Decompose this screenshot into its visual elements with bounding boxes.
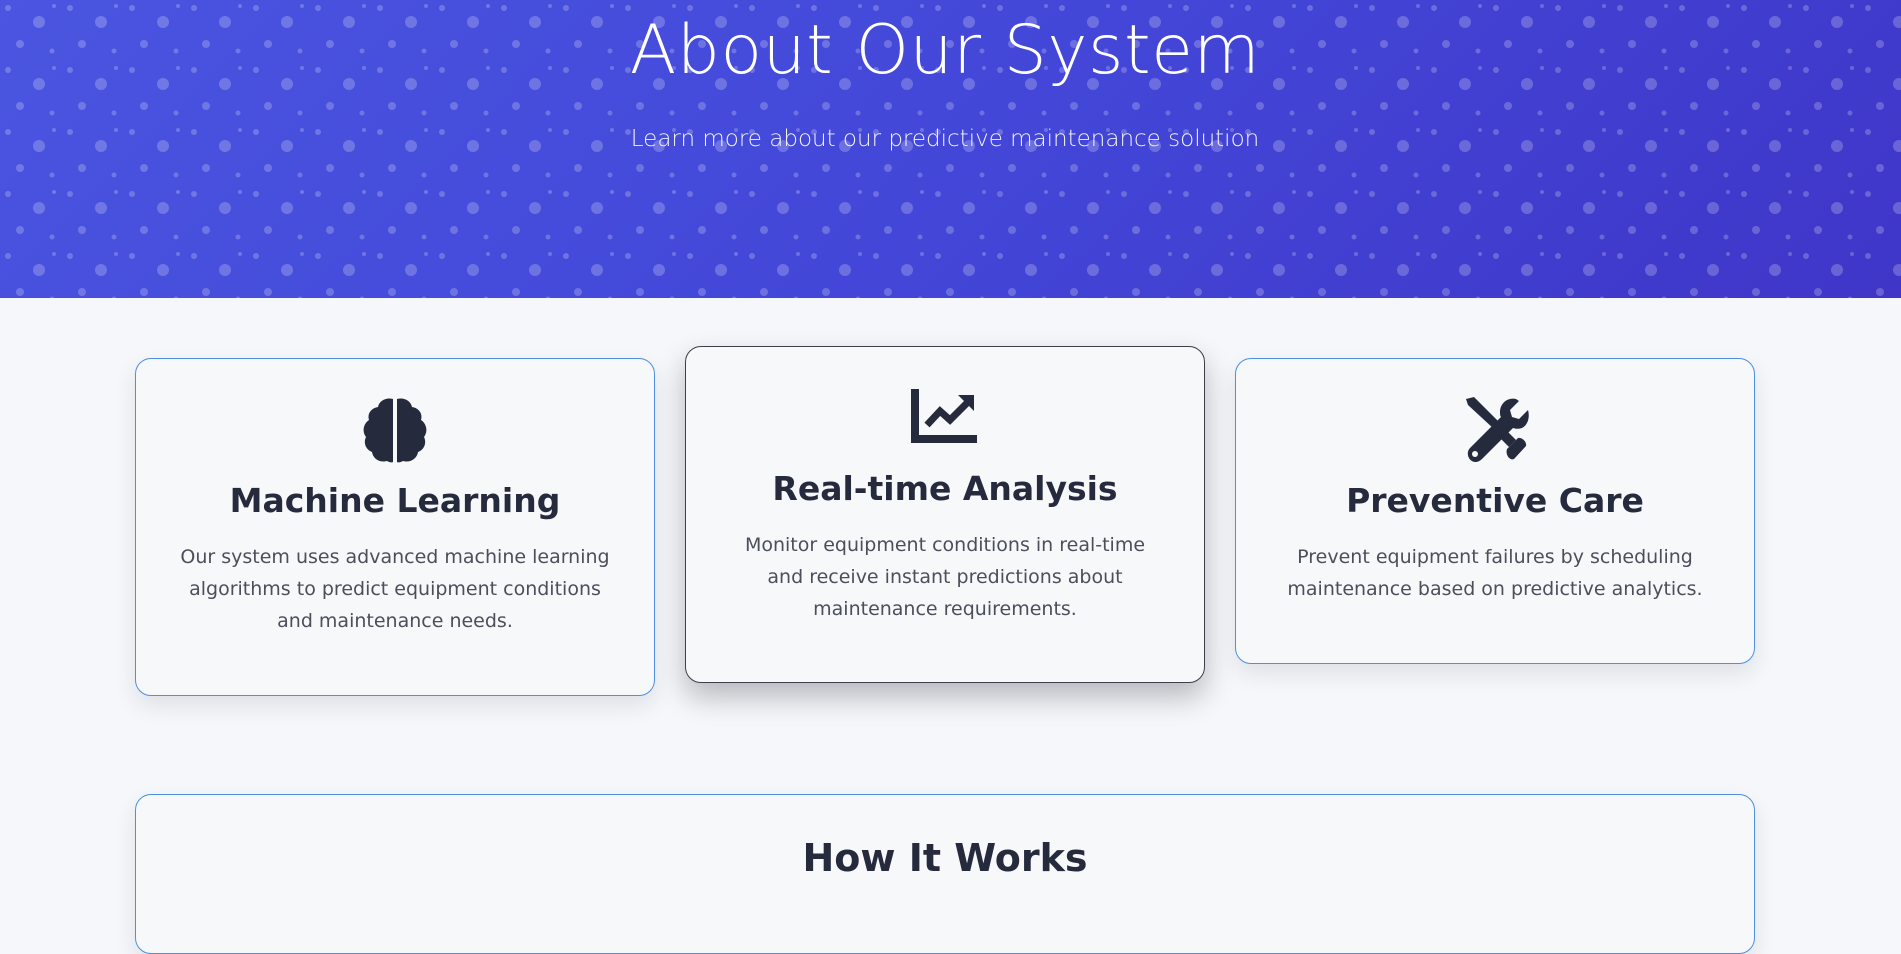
tools-icon [1466, 397, 1529, 463]
hero-banner: About Our System Learn more about our pr… [0, 0, 1901, 298]
feature-description: Monitor equipment conditions in real-tim… [744, 534, 1146, 620]
feature-card-machine-learning[interactable]: Machine Learning Our system uses advance… [135, 358, 655, 696]
how-it-works-section: How It Works [135, 794, 1755, 954]
brain-icon [363, 398, 427, 463]
feature-description: Prevent equipment failures by scheduling… [1287, 546, 1703, 600]
feature-title: Machine Learning [229, 481, 561, 520]
chart-line-icon [911, 389, 977, 443]
feature-description: Our system uses advanced machine learnin… [180, 546, 610, 632]
feature-card-real-time-analysis[interactable]: Real-time Analysis Monitor equipment con… [685, 346, 1205, 683]
section-title: How It Works [802, 836, 1088, 880]
feature-title: Preventive Care [1346, 481, 1644, 520]
page-title: About Our System [629, 11, 1261, 90]
page-subtitle: Learn more about our predictive maintena… [630, 126, 1260, 152]
feature-title: Real-time Analysis [772, 469, 1118, 508]
feature-card-preventive-care[interactable]: Preventive Care Prevent equipment failur… [1235, 358, 1755, 664]
